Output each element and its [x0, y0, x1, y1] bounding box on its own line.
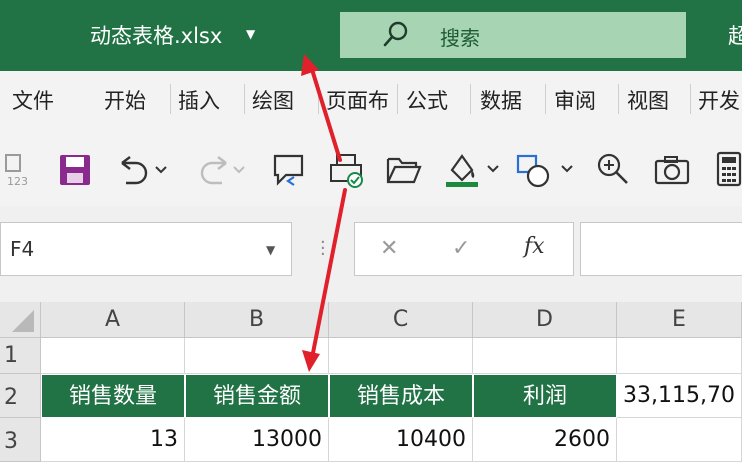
cell-c2-header[interactable]: 销售成本	[329, 374, 473, 418]
cell-e3[interactable]	[617, 418, 742, 462]
search-label: 搜索	[440, 26, 480, 50]
cell-c3[interactable]: 10400	[329, 418, 473, 462]
select-all-corner[interactable]	[0, 302, 41, 338]
enter-icon[interactable]: ✓	[452, 236, 470, 261]
cell-a2-header[interactable]: 销售数量	[41, 374, 185, 418]
cell-d1[interactable]	[473, 338, 617, 374]
menu-item-review[interactable]: 审阅	[554, 85, 596, 115]
comment-icon[interactable]	[272, 153, 306, 187]
quick-access-toolbar	[0, 131, 742, 206]
formula-input[interactable]	[580, 222, 742, 276]
column-header-d[interactable]: D	[473, 302, 617, 338]
cell-a3[interactable]: 13	[41, 418, 185, 462]
menu-item-draw[interactable]: 绘图	[252, 85, 294, 115]
row-header-1[interactable]: 1	[0, 338, 41, 374]
svg-text:123: 123	[7, 175, 28, 188]
column-header-e[interactable]: E	[617, 302, 742, 338]
cell-b1[interactable]	[185, 338, 329, 374]
column-header-b[interactable]: B	[185, 302, 329, 338]
cell-d3[interactable]: 2600	[473, 418, 617, 462]
menu-item-view[interactable]: 视图	[627, 85, 669, 115]
title-right-text[interactable]: 超	[728, 20, 742, 50]
insert-function-icon[interactable]: fx	[524, 234, 545, 259]
cancel-icon[interactable]: ✕	[380, 236, 398, 261]
name-box[interactable]	[0, 222, 292, 276]
menu-item-insert[interactable]: 插入	[178, 85, 220, 115]
print-preview-icon[interactable]	[328, 153, 366, 189]
chevron-down-icon[interactable]: ▼	[246, 27, 255, 41]
menu-item-developer[interactable]: 开发	[698, 85, 742, 115]
redo-icon[interactable]	[194, 153, 246, 187]
format-painter-123-icon[interactable]: 123	[4, 152, 34, 188]
save-icon[interactable]	[58, 153, 92, 187]
cell-b2-header[interactable]: 销售金额	[185, 374, 329, 418]
cell-a1[interactable]	[41, 338, 185, 374]
cell-e1[interactable]	[617, 338, 742, 374]
cell-c1[interactable]	[329, 338, 473, 374]
menu-item-formulas[interactable]: 公式	[406, 85, 448, 115]
menu-divider	[690, 84, 691, 114]
name-box-value: F4	[10, 237, 35, 261]
shapes-icon[interactable]	[516, 152, 576, 188]
column-header-a[interactable]: A	[41, 302, 185, 338]
menu-divider	[618, 84, 619, 114]
search-icon	[383, 21, 408, 47]
chevron-down-icon[interactable]: ▼	[266, 243, 275, 257]
resize-handle-icon[interactable]: · · ·	[320, 234, 326, 264]
calculator-icon[interactable]	[716, 151, 742, 187]
open-folder-icon[interactable]	[386, 155, 422, 185]
row-header-2[interactable]: 2	[0, 374, 41, 418]
menu-item-home[interactable]: 开始	[104, 85, 146, 115]
menu-divider	[470, 84, 471, 114]
menu-item-file[interactable]: 文件	[12, 85, 54, 115]
cell-b3[interactable]: 13000	[185, 418, 329, 462]
document-title[interactable]: 动态表格.xlsx	[90, 20, 222, 50]
menu-item-data[interactable]: 数据	[480, 85, 522, 115]
undo-icon[interactable]	[116, 153, 168, 187]
menu-divider	[244, 84, 245, 114]
menu-item-page-layout[interactable]: 页面布	[326, 85, 394, 115]
menu-divider	[170, 84, 171, 114]
cell-e2[interactable]: 33,115,70	[617, 374, 742, 418]
cell-d2-header[interactable]: 利润	[473, 374, 617, 418]
zoom-in-icon[interactable]	[596, 152, 630, 186]
row-header-3[interactable]: 3	[0, 418, 41, 462]
camera-icon[interactable]	[654, 155, 690, 185]
menu-divider	[397, 84, 398, 114]
menu-divider	[318, 84, 319, 114]
column-header-c[interactable]: C	[329, 302, 473, 338]
menu-divider	[545, 84, 546, 114]
fill-color-icon[interactable]	[444, 150, 502, 188]
